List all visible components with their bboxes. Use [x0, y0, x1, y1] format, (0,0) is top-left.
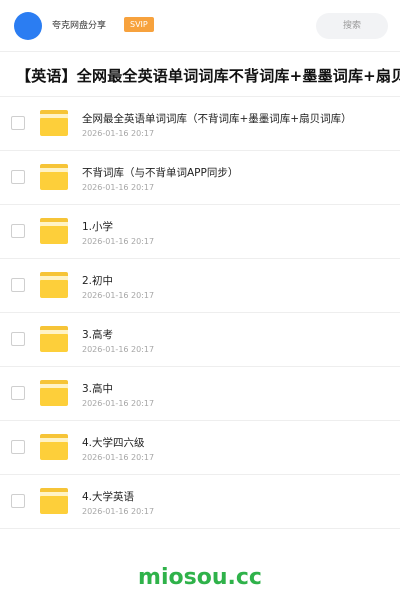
watermark: miosou.cc: [138, 565, 262, 590]
list-item[interactable]: 2.初中 2026-01-16 20:17: [0, 259, 400, 313]
item-date: 2026-01-16 20:17: [82, 345, 155, 354]
folder-icon: [40, 380, 68, 406]
list-item[interactable]: 3.高考 2026-01-16 20:17: [0, 313, 400, 367]
checkbox[interactable]: [11, 386, 25, 400]
page-title: 【英语】全网最全英语单词词库不背词库+墨墨词库+扇贝词库: [16, 67, 400, 85]
list-item[interactable]: 4.大学英语 2026-01-16 20:17: [0, 475, 400, 529]
item-name[interactable]: 全网最全英语单词词库（不背词库+墨墨词库+扇贝词库）: [82, 112, 352, 126]
checkbox[interactable]: [11, 278, 25, 292]
checkbox[interactable]: [11, 116, 25, 130]
folder-icon: [40, 218, 68, 244]
list-item[interactable]: 1.小学 2026-01-16 20:17: [0, 205, 400, 259]
item-date: 2026-01-16 20:17: [82, 183, 155, 192]
checkbox[interactable]: [11, 494, 25, 508]
item-date: 2026-01-16 20:17: [82, 507, 155, 516]
checkbox[interactable]: [11, 170, 25, 184]
top-header: 夸克网盘分享 SVIP 搜索: [0, 0, 400, 52]
checkbox[interactable]: [11, 332, 25, 346]
item-name[interactable]: 不背词库（与不背单词APP同步）: [82, 166, 238, 180]
folder-icon: [40, 164, 68, 190]
item-date: 2026-01-16 20:17: [82, 237, 155, 246]
title-bar: 【英语】全网最全英语单词词库不背词库+墨墨词库+扇贝词库: [0, 55, 400, 97]
folder-icon: [40, 272, 68, 298]
item-name[interactable]: 3.高考: [82, 328, 113, 342]
item-name[interactable]: 3.高中: [82, 382, 113, 396]
item-name[interactable]: 1.小学: [82, 220, 113, 234]
list-item[interactable]: 全网最全英语单词词库（不背词库+墨墨词库+扇贝词库） 2026-01-16 20…: [0, 97, 400, 151]
item-date: 2026-01-16 20:17: [82, 291, 155, 300]
item-date: 2026-01-16 20:17: [82, 129, 155, 138]
folder-icon: [40, 434, 68, 460]
folder-icon: [40, 488, 68, 514]
item-name[interactable]: 4.大学英语: [82, 490, 134, 504]
item-date: 2026-01-16 20:17: [82, 399, 155, 408]
search-input[interactable]: 搜索: [316, 13, 388, 39]
svip-badge: SVIP: [124, 17, 154, 32]
file-list: 全网最全英语单词词库（不背词库+墨墨词库+扇贝词库） 2026-01-16 20…: [0, 97, 400, 529]
list-item[interactable]: 3.高中 2026-01-16 20:17: [0, 367, 400, 421]
list-item[interactable]: 4.大学四六级 2026-01-16 20:17: [0, 421, 400, 475]
list-item[interactable]: 不背词库（与不背单词APP同步） 2026-01-16 20:17: [0, 151, 400, 205]
checkbox[interactable]: [11, 440, 25, 454]
folder-icon: [40, 110, 68, 136]
user-name[interactable]: 夸克网盘分享: [52, 19, 106, 33]
avatar[interactable]: [14, 12, 42, 40]
folder-icon: [40, 326, 68, 352]
item-name[interactable]: 2.初中: [82, 274, 113, 288]
item-name[interactable]: 4.大学四六级: [82, 436, 145, 450]
item-date: 2026-01-16 20:17: [82, 453, 155, 462]
checkbox[interactable]: [11, 224, 25, 238]
